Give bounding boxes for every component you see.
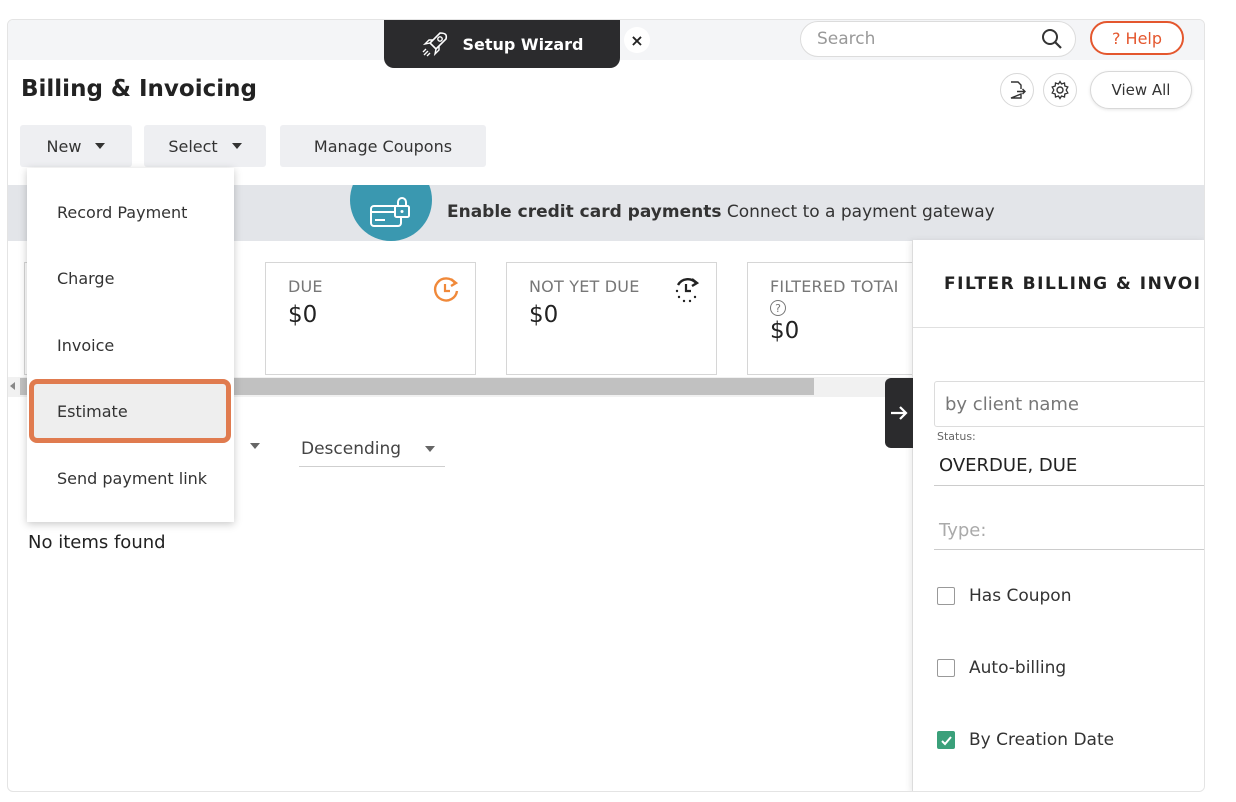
- client-name-field[interactable]: by client name: [934, 381, 1204, 427]
- empty-state-text: No items found: [28, 532, 166, 553]
- app-frame: Setup Wizard × ? Help Billing & Invoicin…: [7, 19, 1205, 792]
- new-button[interactable]: New: [20, 125, 132, 167]
- clock-refresh-icon: [433, 277, 459, 302]
- caret-down-icon: [95, 143, 106, 149]
- stat-value: $0: [529, 302, 559, 328]
- by-creation-date-checkbox[interactable]: [937, 731, 955, 749]
- clock-pending-icon: [675, 278, 700, 303]
- banner-title: Enable credit card payments: [447, 202, 722, 222]
- banner-icon-wrap: [350, 185, 432, 241]
- new-dropdown-menu: Record Payment Charge Invoice Estimate S…: [27, 168, 234, 522]
- type-select[interactable]: Type:: [934, 512, 1204, 550]
- search-icon[interactable]: [1041, 28, 1063, 50]
- export-icon: [1010, 81, 1026, 99]
- menu-item-record-payment[interactable]: Record Payment: [27, 184, 234, 240]
- sort-order-select[interactable]: Descending: [299, 432, 445, 467]
- creation-date-checkbox-row[interactable]: By Creation Date: [937, 730, 1114, 750]
- status-label: Status:: [937, 430, 976, 443]
- stat-label: DUE: [288, 277, 323, 296]
- setup-wizard-label: Setup Wizard: [462, 34, 584, 54]
- filter-panel: FILTER BILLING & INVOI by client name St…: [912, 240, 1204, 791]
- stat-value: $0: [288, 302, 318, 328]
- rocket-icon: [422, 32, 448, 57]
- search-input[interactable]: [817, 29, 1041, 49]
- menu-item-send-payment-link[interactable]: Send payment link: [27, 450, 234, 506]
- arrow-right-icon: [891, 406, 908, 420]
- stat-card-filtered-total[interactable]: FILTERED TOTAI ? $0: [747, 262, 922, 375]
- checkbox-label: Has Coupon: [969, 586, 1072, 606]
- view-all-button[interactable]: View All: [1090, 71, 1192, 109]
- auto-billing-checkbox-row[interactable]: Auto-billing: [937, 658, 1066, 678]
- credit-card-lock-icon: [370, 197, 410, 227]
- banner-message: Enable credit card payments Connect to a…: [447, 202, 995, 222]
- stat-label: NOT YET DUE: [529, 277, 640, 296]
- select-button-label: Select: [168, 136, 218, 156]
- help-circle-icon[interactable]: ?: [770, 300, 786, 316]
- new-button-label: New: [46, 136, 82, 156]
- menu-item-invoice[interactable]: Invoice: [27, 317, 234, 373]
- gear-icon: [1051, 80, 1069, 100]
- stat-card-not-yet-due[interactable]: NOT YET DUE $0: [506, 262, 717, 375]
- stat-label: FILTERED TOTAI: [770, 277, 899, 296]
- caret-down-icon: [425, 446, 435, 452]
- select-button[interactable]: Select: [144, 125, 266, 167]
- checkbox-label: By Creation Date: [969, 730, 1115, 750]
- close-wizard-button[interactable]: ×: [624, 27, 650, 53]
- settings-button[interactable]: [1043, 73, 1077, 107]
- export-button[interactable]: [1000, 73, 1034, 107]
- stat-card-due[interactable]: DUE $0: [265, 262, 476, 375]
- setup-wizard-button[interactable]: Setup Wizard: [384, 20, 620, 68]
- stat-value: $0: [770, 318, 800, 344]
- caret-down-icon: [231, 143, 242, 149]
- help-button[interactable]: ? Help: [1090, 21, 1184, 55]
- has-coupon-checkbox-row[interactable]: Has Coupon: [937, 586, 1071, 606]
- checkmark-icon: [940, 735, 952, 745]
- has-coupon-checkbox[interactable]: [937, 587, 955, 605]
- page-title: Billing & Invoicing: [21, 76, 257, 102]
- collapse-filter-button[interactable]: [885, 378, 913, 448]
- banner-subtitle: Connect to a payment gateway: [726, 202, 995, 222]
- menu-item-charge[interactable]: Charge: [27, 250, 234, 306]
- auto-billing-checkbox[interactable]: [937, 659, 955, 677]
- sort-field-caret-icon[interactable]: [250, 443, 260, 449]
- status-select[interactable]: OVERDUE, DUE: [934, 446, 1204, 486]
- checkbox-label: Auto-billing: [969, 658, 1067, 678]
- menu-item-estimate[interactable]: Estimate: [27, 383, 234, 439]
- manage-coupons-button[interactable]: Manage Coupons: [280, 125, 486, 167]
- filter-panel-title: FILTER BILLING & INVOI: [913, 240, 1204, 328]
- sort-order-value: Descending: [301, 439, 402, 459]
- search-box: [800, 21, 1076, 57]
- scroll-left-arrow-icon[interactable]: [10, 382, 15, 390]
